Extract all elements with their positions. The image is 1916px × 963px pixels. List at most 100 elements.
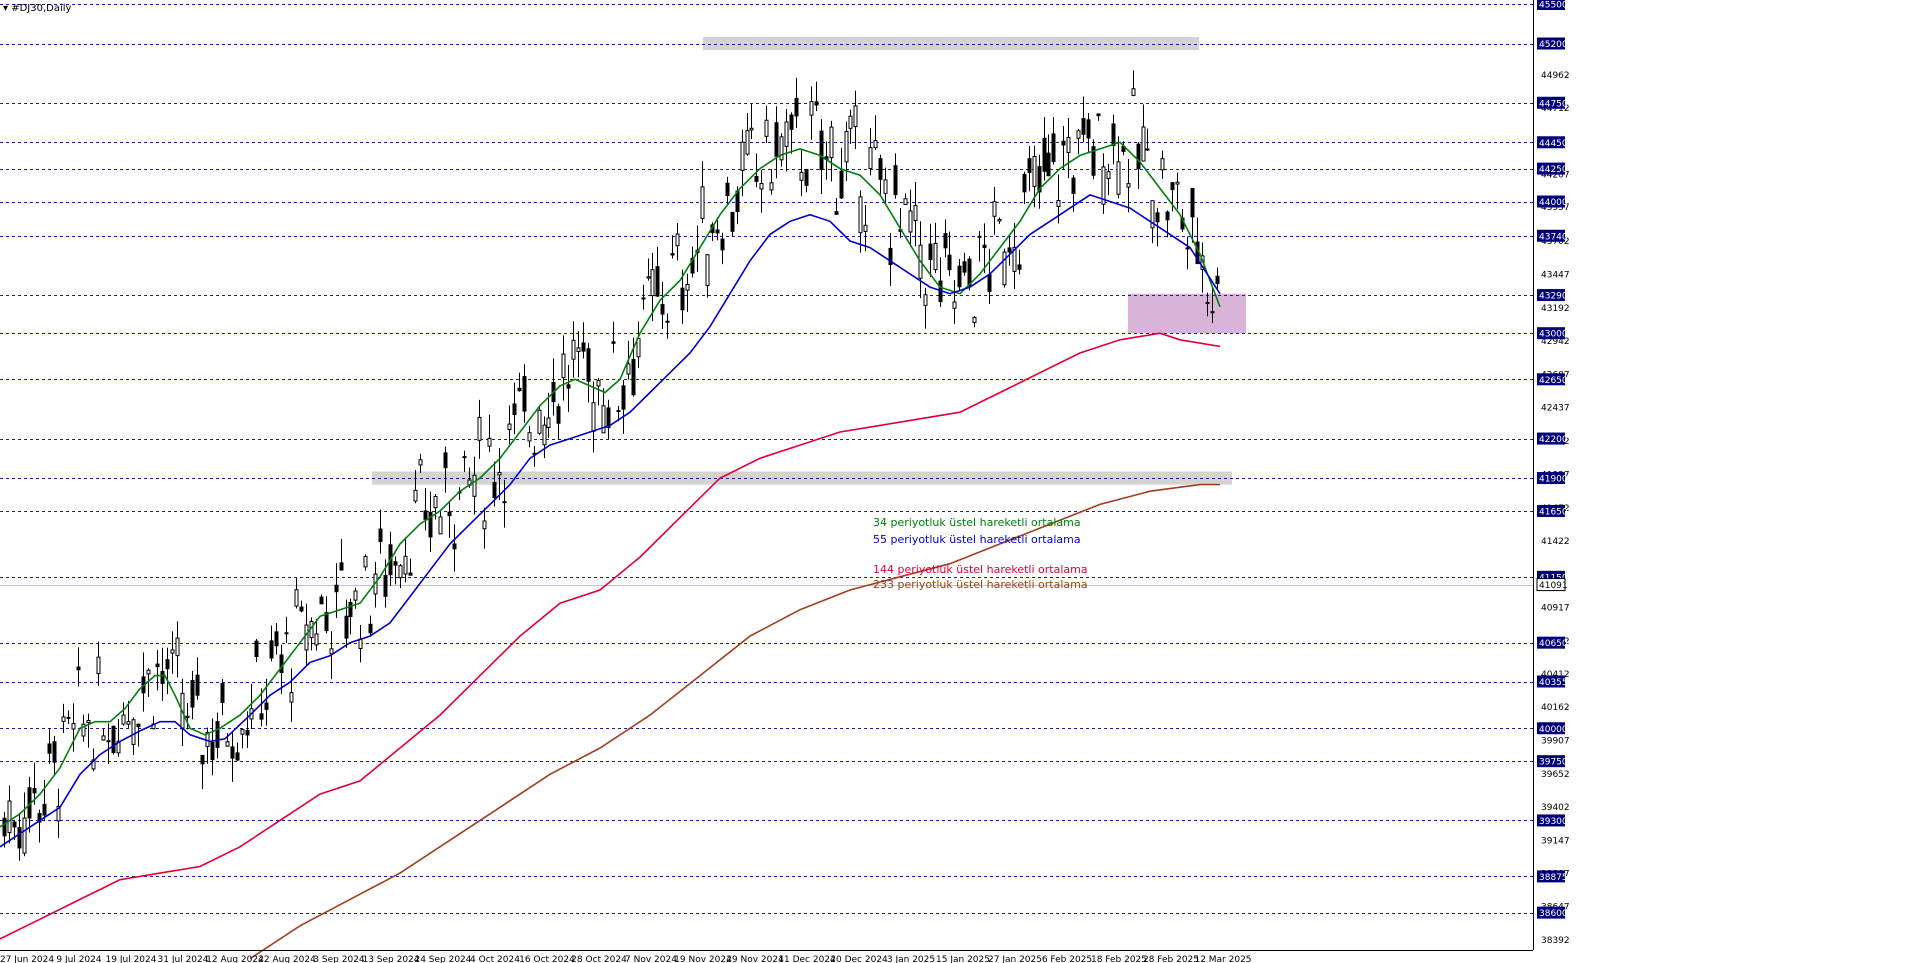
candle-body	[878, 158, 883, 180]
candle-body	[1126, 183, 1131, 188]
candle-body	[264, 702, 269, 710]
candle-body	[715, 229, 720, 234]
candle-body	[210, 741, 215, 761]
candle-body	[438, 516, 443, 535]
candle-body	[586, 348, 591, 382]
candle-body	[447, 511, 452, 517]
price-tick-label: 40917	[1541, 604, 1570, 614]
candle-body	[1022, 173, 1027, 193]
candle-body	[462, 456, 467, 459]
candle-body	[502, 501, 507, 504]
candle-body	[1017, 264, 1022, 270]
candle-body	[537, 409, 542, 434]
legend-ema-55: 55 periyotluk üstel hareketli ortalama	[873, 533, 1081, 546]
candle-body	[566, 384, 571, 389]
candle-body	[1210, 311, 1215, 314]
chart-title: ▾ #DJ30,Daily	[3, 3, 72, 14]
candle-body	[383, 575, 388, 597]
time-tick-label: 6 Feb 2025	[1042, 955, 1092, 963]
candle-body	[774, 122, 779, 157]
price-level-label: 40000	[1539, 725, 1568, 735]
price-tick-label: 41422	[1541, 537, 1570, 547]
candle-body	[279, 654, 284, 673]
candle-body	[358, 638, 363, 649]
candle-body	[398, 565, 403, 579]
candle-body	[616, 410, 621, 413]
candle-body	[274, 631, 279, 647]
candle-body	[136, 723, 141, 728]
candle-body	[1046, 152, 1051, 177]
candle-body	[1185, 247, 1190, 250]
candle-body	[334, 584, 339, 593]
candle-body	[685, 283, 690, 291]
price-level-label: 45200	[1539, 40, 1568, 50]
candle-body	[720, 238, 725, 251]
candle-body	[987, 274, 992, 292]
candle-body	[1170, 182, 1175, 191]
candle-body	[418, 459, 423, 466]
time-tick-label: 16 Oct 2024	[519, 955, 575, 963]
candle-body	[215, 721, 220, 748]
candle-body	[512, 403, 517, 416]
candle-body	[759, 183, 764, 190]
candle-body	[596, 379, 601, 387]
price-level-label: 45500	[1539, 1, 1568, 11]
candle-body	[1205, 301, 1210, 304]
candle-body	[839, 170, 844, 199]
candle-body	[240, 728, 245, 735]
candle-body	[646, 276, 651, 279]
candle-body	[655, 266, 660, 297]
candle-body	[2, 817, 7, 837]
candle-body	[834, 211, 839, 215]
candle-body	[561, 353, 566, 379]
candle-body	[665, 320, 670, 323]
price-level-label: 40355	[1539, 678, 1568, 688]
candle-body	[789, 114, 794, 130]
legend-ema-233: 233 periyotluk üstel hareketli ortalama	[873, 578, 1088, 591]
candle-body	[1027, 158, 1032, 173]
candle-body	[22, 817, 27, 854]
candle-body	[1061, 140, 1066, 146]
candle-body	[745, 130, 750, 155]
candle-body	[1141, 126, 1146, 162]
candle-body	[452, 543, 457, 550]
price-level-label: 43000	[1539, 330, 1568, 340]
candle-body	[650, 269, 655, 297]
candle-body	[908, 210, 913, 233]
candle-body	[185, 715, 190, 718]
time-tick-label: 27 Jan 2025	[988, 955, 1042, 963]
candle-body	[245, 730, 250, 736]
candle-body	[294, 589, 299, 607]
candle-body	[517, 387, 522, 392]
candle-body	[769, 182, 774, 191]
candle-body	[809, 101, 814, 116]
price-tick-label: 40162	[1541, 703, 1570, 713]
candle-body	[893, 165, 898, 196]
candle-body	[47, 743, 52, 754]
candle-body	[170, 649, 175, 654]
candle-body	[433, 495, 438, 509]
candle-body	[621, 385, 626, 410]
candle-body	[1056, 200, 1061, 207]
candle-body	[1215, 275, 1220, 285]
legend-ema-34: 34 periyotluk üstel hareketli ortalama	[873, 516, 1081, 529]
candle-body	[1106, 171, 1111, 179]
candle-body	[101, 735, 106, 741]
price-tick-label: 43192	[1541, 304, 1570, 314]
candle-body	[641, 297, 646, 300]
candle-body	[542, 424, 547, 446]
candle-body	[492, 482, 497, 499]
candle-body	[660, 304, 665, 315]
candle-body	[1096, 113, 1101, 117]
candle-body	[32, 788, 37, 794]
candle-body	[1042, 137, 1047, 172]
candle-body	[423, 510, 428, 520]
candle-body	[804, 168, 809, 186]
candle-body	[497, 471, 502, 476]
candle-body	[289, 692, 294, 703]
candle-body	[66, 716, 71, 719]
candle-body	[160, 670, 165, 684]
candle-body	[378, 528, 383, 543]
candle-body	[626, 363, 631, 375]
candle-body	[1145, 148, 1150, 151]
